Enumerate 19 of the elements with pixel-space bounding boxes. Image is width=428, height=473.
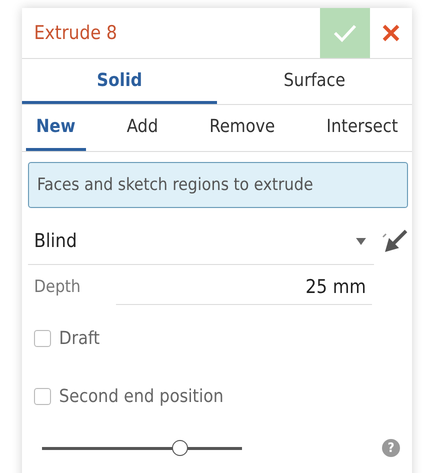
checkbox[interactable] (34, 330, 51, 346)
slider-thumb[interactable] (172, 440, 188, 456)
operation-tab[interactable]: Intersect (316, 105, 408, 151)
end-type-dropdown[interactable]: Blind (28, 218, 374, 265)
operation-tab[interactable]: Remove (199, 105, 286, 151)
body-type-tab[interactable]: Surface (217, 59, 412, 104)
option-label: Draft (59, 328, 100, 348)
depth-field[interactable]: 25 mm (116, 270, 372, 304)
dialog-title: Extrude 8 (33, 22, 118, 44)
caret-icon (356, 238, 366, 244)
body-type-tab[interactable]: Solid (22, 59, 217, 104)
depth-label: Depth (33, 277, 82, 297)
checkbox[interactable] (34, 388, 51, 404)
operation-tab[interactable]: Add (116, 105, 168, 151)
close-icon (382, 24, 400, 42)
checkmark-icon (332, 23, 358, 43)
selection-field[interactable]: Faces and sketch regions to extrude (28, 162, 408, 208)
operation-tab[interactable]: New (26, 105, 86, 151)
option-label: Second end position (59, 386, 224, 406)
